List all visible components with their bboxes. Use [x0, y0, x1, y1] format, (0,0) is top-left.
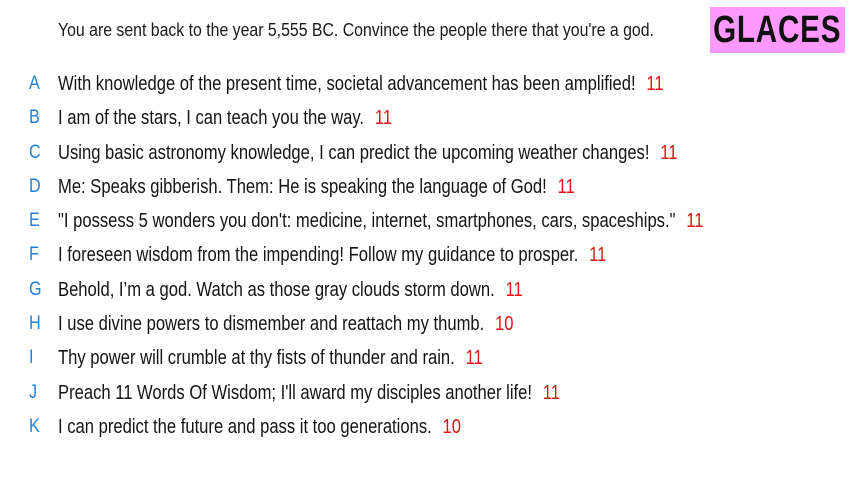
prompt-text: You are sent back to the year 5,555 BC. …: [58, 20, 654, 40]
answer-letter: G: [29, 278, 42, 300]
answer-letter: A: [29, 73, 40, 94]
glaces-badge: GLACES: [710, 7, 845, 53]
answer-text: I can predict the future and pass it too…: [58, 415, 432, 438]
answer-letter: J: [29, 381, 38, 403]
answer-row-g[interactable]: G Behold, I’m a god. Watch as those gray…: [0, 276, 853, 310]
answer-row-f[interactable]: F I foreseen wisdom from the impending! …: [0, 241, 853, 275]
answer-row-c[interactable]: C Using basic astronomy knowledge, I can…: [0, 139, 853, 173]
answer-score: 11: [505, 278, 523, 301]
answer-letter: H: [29, 313, 41, 335]
answer-row-b[interactable]: B I am of the stars, I can teach you the…: [0, 104, 853, 138]
answer-score: 11: [646, 73, 664, 95]
answer-score: 11: [660, 141, 678, 164]
answer-row-i[interactable]: I Thy power will crumble at thy fists of…: [0, 344, 853, 378]
answer-letter: D: [29, 175, 41, 197]
answer-text: Using basic astronomy knowledge, I can p…: [58, 141, 650, 164]
answer-letter: B: [29, 107, 40, 129]
answer-text: Preach 11 Words Of Wisdom; I'll award my…: [58, 381, 532, 404]
answer-text: Me: Speaks gibberish. Them: He is speaki…: [58, 175, 547, 198]
answer-text: I foreseen wisdom from the impending! Fo…: [58, 244, 579, 267]
answer-score: 11: [686, 210, 704, 233]
answer-letter: I: [29, 347, 34, 369]
answer-score: 11: [374, 107, 393, 130]
answer-row-k[interactable]: K I can predict the future and pass it t…: [0, 413, 853, 447]
answer-score: 10: [442, 415, 462, 438]
answer-score: 11: [542, 381, 561, 404]
answer-letter: K: [29, 415, 40, 437]
answer-score: 10: [495, 313, 514, 336]
answer-score: 11: [557, 175, 575, 198]
answer-row-e[interactable]: E "I possess 5 wonders you don't: medici…: [0, 207, 853, 241]
answer-row-a[interactable]: A With knowledge of the present time, so…: [0, 70, 853, 104]
answer-letter: F: [29, 244, 39, 266]
answer-letter: C: [29, 141, 41, 163]
answer-text: "I possess 5 wonders you don't: medicine…: [58, 210, 676, 233]
answer-text: Thy power will crumble at thy fists of t…: [58, 347, 455, 370]
answer-list: A With knowledge of the present time, so…: [0, 70, 853, 447]
answer-score: 11: [465, 347, 483, 370]
answer-text: Behold, I’m a god. Watch as those gray c…: [58, 278, 495, 301]
answer-score: 11: [589, 244, 607, 267]
answer-text: With knowledge of the present time, soci…: [58, 73, 636, 95]
answer-text: I use divine powers to dismember and rea…: [58, 313, 485, 336]
badge-label: GLACES: [713, 8, 842, 51]
answer-letter: E: [29, 210, 40, 232]
answer-row-d[interactable]: D Me: Speaks gibberish. Them: He is spea…: [0, 173, 853, 207]
answer-row-h[interactable]: H I use divine powers to dismember and r…: [0, 310, 853, 344]
answer-text: I am of the stars, I can teach you the w…: [58, 107, 365, 130]
answer-row-j[interactable]: J Preach 11 Words Of Wisdom; I'll award …: [0, 379, 853, 413]
